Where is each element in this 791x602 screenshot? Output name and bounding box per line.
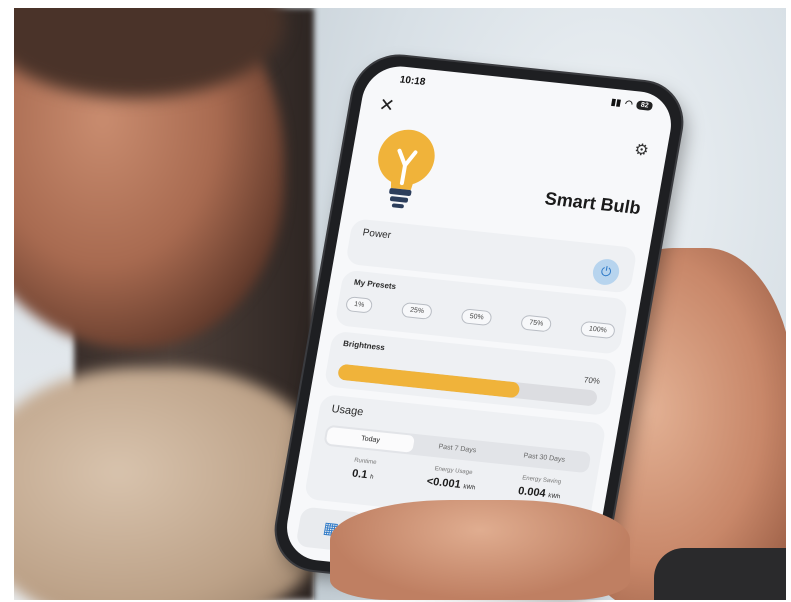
presets-label: My Presets bbox=[353, 277, 397, 292]
power-button[interactable]: ⏻ bbox=[590, 257, 622, 287]
close-icon[interactable]: ✕ bbox=[377, 94, 396, 116]
lightbulb-icon bbox=[378, 129, 435, 209]
brightness-label: Brightness bbox=[342, 338, 386, 353]
stat-runtime: Runtime 0.1 h bbox=[318, 454, 410, 485]
status-icons: ▮▮ ◠ 82 bbox=[610, 96, 654, 112]
status-time: 10:18 bbox=[398, 74, 427, 88]
preset-button[interactable]: 1% bbox=[344, 296, 374, 314]
preset-row: 1% 25% 50% 75% 100% bbox=[344, 296, 616, 340]
brightness-value: 70% bbox=[583, 375, 601, 386]
brightness-fill bbox=[336, 363, 521, 399]
stat-number: <0.001 bbox=[425, 475, 462, 491]
preset-button[interactable]: 75% bbox=[520, 314, 553, 333]
stat-unit: kWh bbox=[547, 493, 561, 501]
preset-button[interactable]: 25% bbox=[400, 301, 434, 320]
signal-icon: ▮▮ bbox=[610, 96, 622, 108]
gear-icon[interactable]: ⚙ bbox=[633, 139, 651, 160]
stat-unit: h bbox=[369, 474, 374, 481]
stat-unit: kWh bbox=[462, 484, 476, 492]
preset-button[interactable]: 50% bbox=[460, 308, 493, 327]
fingers bbox=[330, 500, 630, 600]
sleeve bbox=[654, 548, 786, 600]
device-title: Smart Bulb bbox=[543, 188, 643, 219]
usage-label: Usage bbox=[330, 403, 365, 419]
wifi-icon: ◠ bbox=[624, 98, 634, 109]
tab-past-30-days[interactable]: Past 30 Days bbox=[499, 445, 589, 471]
tab-past-7-days[interactable]: Past 7 Days bbox=[412, 436, 502, 462]
battery-icon: 82 bbox=[635, 100, 654, 111]
stat-number: 0.004 bbox=[517, 485, 547, 500]
stat-number: 0.1 bbox=[351, 467, 369, 482]
preset-button[interactable]: 100% bbox=[579, 320, 616, 340]
stat-energy-usage: Energy Usage <0.001 kWh bbox=[406, 464, 498, 495]
tab-today[interactable]: Today bbox=[325, 426, 416, 453]
power-label: Power bbox=[361, 227, 392, 242]
